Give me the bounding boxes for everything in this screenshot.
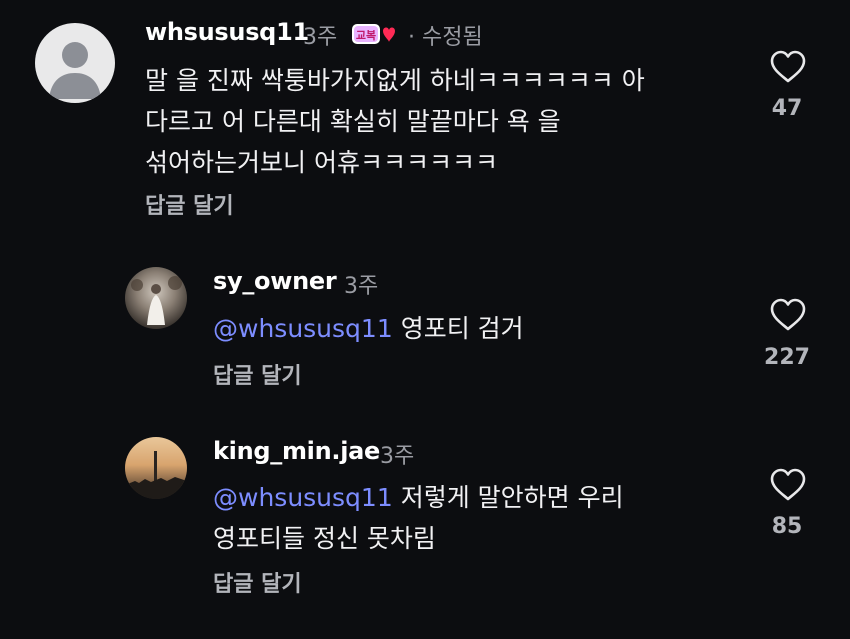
comment-sy-owner: sy_owner 3주 @whsususq11 영포티 검거 답글 달기 227 — [0, 250, 850, 400]
like-button[interactable] — [766, 468, 810, 506]
comment-line: 말 을 진짜 싹퉁바가지없게 하네ㅋㅋㅋㅋㅋㅋ 아 — [145, 66, 645, 95]
comment-username[interactable]: whsususq11 — [145, 18, 309, 46]
default-avatar[interactable] — [35, 23, 115, 103]
user-avatar[interactable] — [125, 437, 187, 499]
user-avatar[interactable] — [125, 267, 187, 329]
like-count: 47 — [771, 96, 803, 121]
comment-line: 저렇게 말안하면 우리 — [400, 483, 624, 512]
comment-username[interactable]: king_min.jae — [213, 437, 380, 465]
comment-text: @whsususq11 영포티 검거 — [213, 308, 524, 349]
badge-heart-icon: 교복 — [350, 21, 398, 47]
like-button[interactable] — [766, 50, 810, 88]
comment-line: 영포티 검거 — [400, 314, 524, 343]
heart-outline-icon — [770, 298, 806, 331]
edited-label: · 수정됨 — [408, 25, 483, 50]
comment-time: 3주 — [303, 25, 338, 50]
comment-line: 영포티들 정신 못차림 — [213, 524, 436, 553]
reply-button[interactable]: 답글 달기 — [213, 566, 302, 598]
comment-king-min-jae: king_min.jae 3주 @whsususq11 저렇게 말안하면 우리 … — [0, 420, 850, 639]
comment-time: 3주 — [380, 444, 415, 469]
mention-link[interactable]: @whsususq11 — [213, 483, 393, 512]
like-count: 85 — [771, 514, 803, 539]
city-sunset-icon — [125, 451, 187, 499]
like-button[interactable] — [766, 298, 810, 336]
comment-text: @whsususq11 저렇게 말안하면 우리 영포티들 정신 못차림 — [213, 477, 624, 559]
comment-line: 섞어하는거보니 어휴ㅋㅋㅋㅋㅋㅋ — [145, 148, 498, 177]
wedding-photo-icon — [131, 276, 182, 325]
reply-button[interactable]: 답글 달기 — [145, 188, 234, 220]
person-silhouette-icon — [49, 42, 101, 99]
comment-username[interactable]: sy_owner — [213, 267, 337, 295]
like-count: 227 — [764, 345, 810, 370]
badge-text: 교복 — [356, 28, 376, 42]
comment-time: 3주 — [344, 274, 379, 299]
comment-text: 말 을 진짜 싹퉁바가지없게 하네ㅋㅋㅋㅋㅋㅋ 아 다르고 어 다른대 확실히 … — [145, 60, 645, 183]
reply-button[interactable]: 답글 달기 — [213, 358, 302, 390]
mention-link[interactable]: @whsususq11 — [213, 314, 393, 343]
comment-line: 다르고 어 다른대 확실히 말끝마다 욕 을 — [145, 107, 561, 136]
heart-outline-icon — [770, 468, 806, 501]
comment-whsususq11: whsususq11 3주 교복 · 수정됨 말 을 진짜 싹퉁바가지없게 하네… — [0, 0, 850, 230]
heart-outline-icon — [770, 50, 806, 83]
